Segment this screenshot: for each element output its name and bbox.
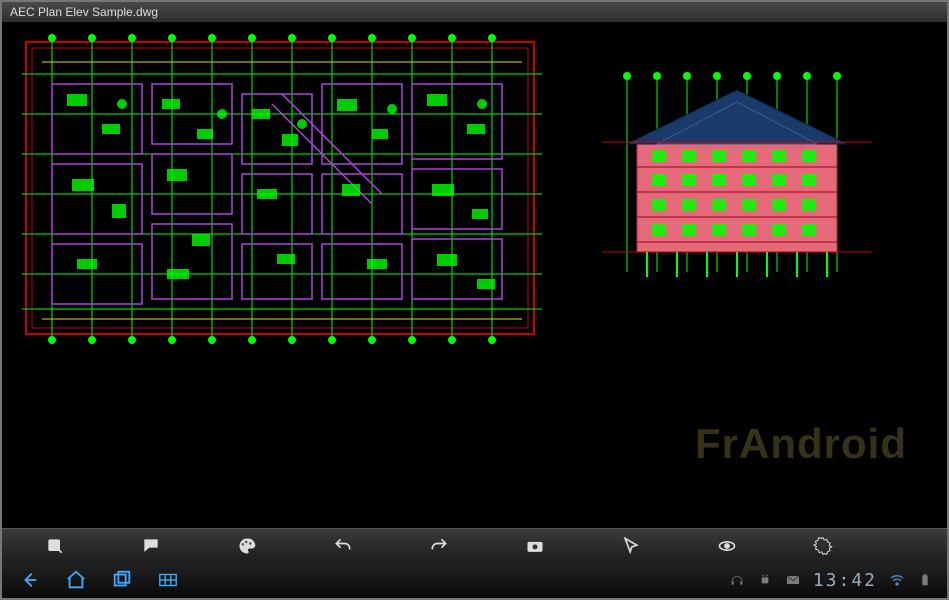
headphones-icon	[727, 570, 747, 590]
camera-icon[interactable]	[522, 533, 548, 559]
home-nav-icon[interactable]	[56, 566, 96, 594]
android-icon	[755, 570, 775, 590]
redo-icon[interactable]	[426, 533, 452, 559]
visibility-icon[interactable]	[714, 533, 740, 559]
clock: 13:42	[813, 570, 877, 591]
annotate-tool-icon[interactable]	[138, 533, 164, 559]
undo-icon[interactable]	[330, 533, 356, 559]
recent-apps-nav-icon[interactable]	[102, 566, 142, 594]
titlebar: AEC Plan Elev Sample.dwg	[2, 2, 947, 22]
settings-icon[interactable]	[810, 533, 836, 559]
select-tool-icon[interactable]	[618, 533, 644, 559]
plan-view	[22, 34, 542, 344]
palette-tool-icon[interactable]	[234, 533, 260, 559]
wifi-icon	[887, 570, 907, 590]
battery-icon	[915, 570, 935, 590]
elevation-view	[602, 72, 872, 282]
apps-grid-nav-icon[interactable]	[148, 566, 188, 594]
draw-tool-icon[interactable]	[42, 533, 68, 559]
mail-icon	[783, 570, 803, 590]
system-navbar: 13:42	[2, 562, 947, 598]
watermark-text: FrAndroid	[695, 420, 907, 468]
window-title: AEC Plan Elev Sample.dwg	[10, 5, 158, 19]
back-nav-icon[interactable]	[10, 566, 50, 594]
app-toolbar	[2, 528, 947, 562]
drawing-canvas[interactable]: FrAndroid	[2, 22, 947, 528]
